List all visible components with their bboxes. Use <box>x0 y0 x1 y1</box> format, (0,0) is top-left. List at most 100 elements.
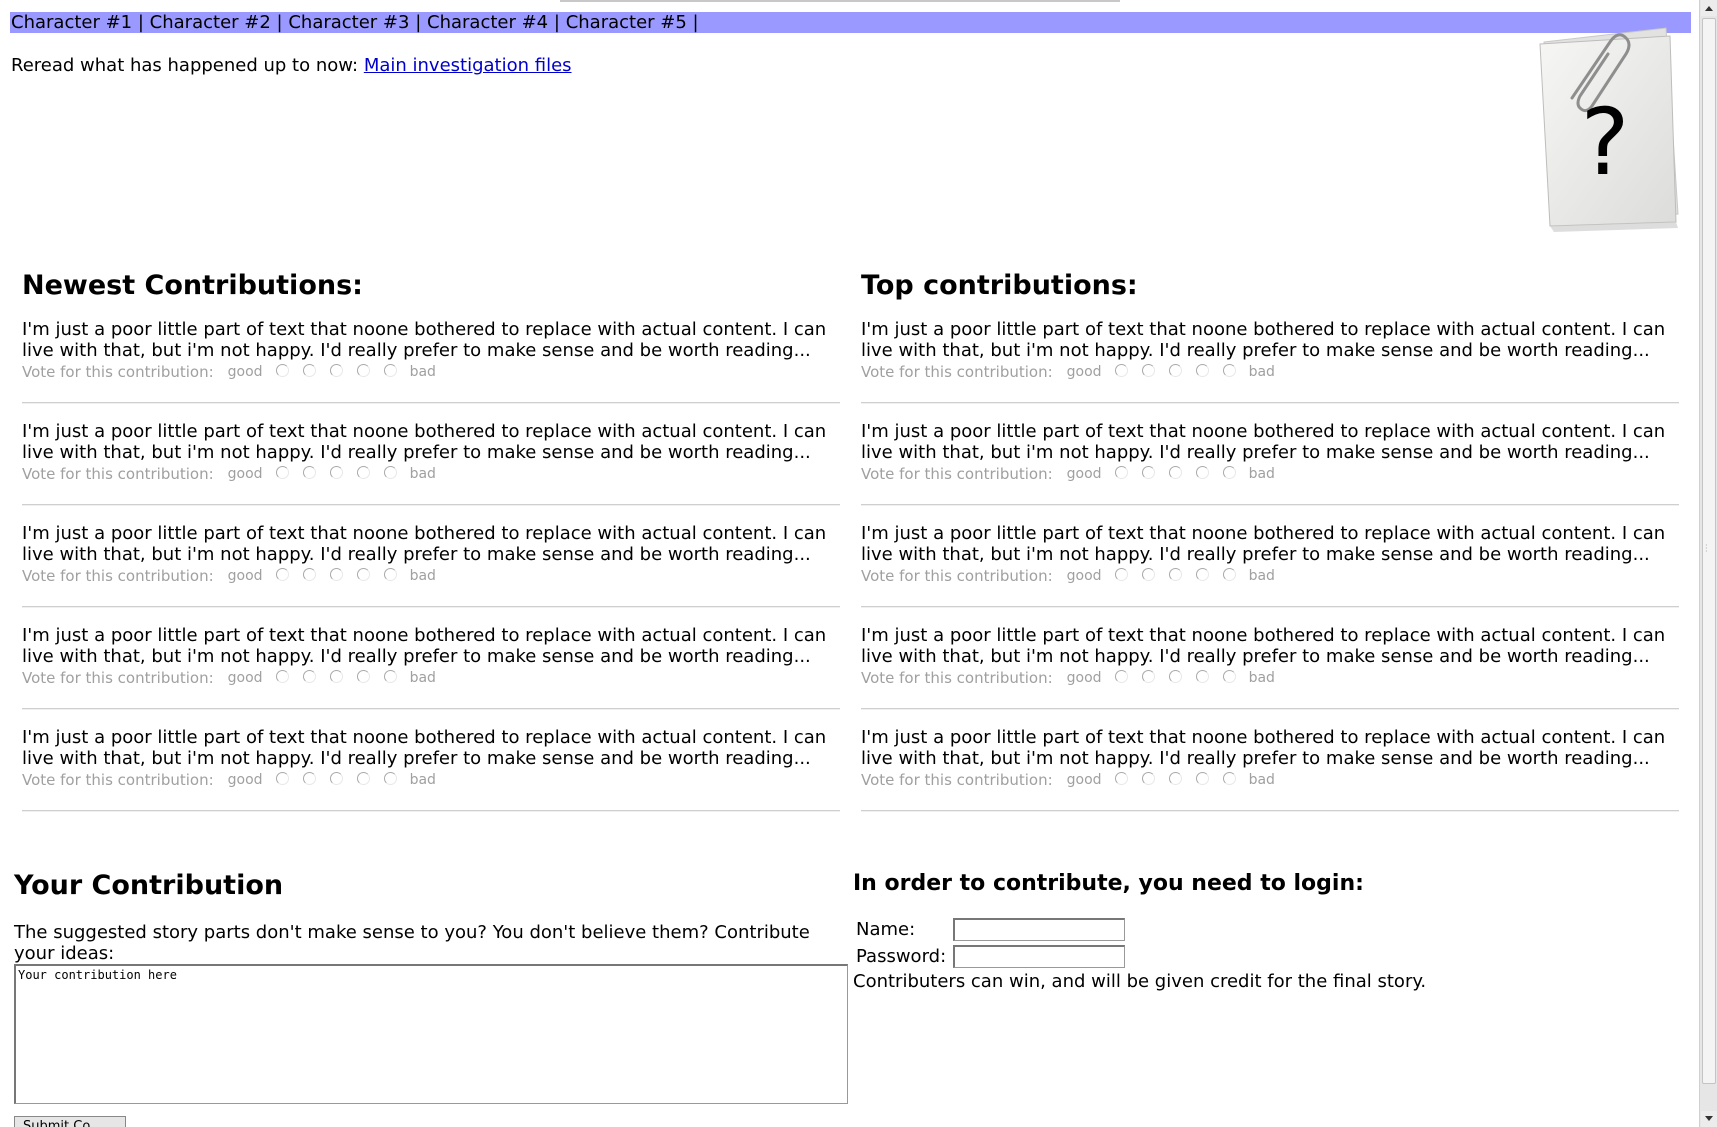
nav-character-3[interactable]: Character #3 <box>288 12 409 33</box>
vote-row: Vote for this contribution: good bad <box>861 565 1679 587</box>
vote-radio-3[interactable] <box>1168 363 1182 377</box>
vote-radio-5[interactable] <box>1222 363 1236 377</box>
contribution-text: I'm just a poor little part of text that… <box>861 421 1666 463</box>
contribution-text: I'm just a poor little part of text that… <box>861 625 1666 667</box>
vote-radio-3[interactable] <box>1168 567 1182 581</box>
vote-good-label: good <box>1066 466 1102 482</box>
vote-radio-4[interactable] <box>1195 669 1209 683</box>
vote-radio-5[interactable] <box>1222 567 1236 581</box>
scroll-grip-icon: · · · <box>1705 541 1708 556</box>
divider <box>22 402 840 404</box>
vote-radio-1[interactable] <box>275 363 289 377</box>
vote-radio-2[interactable] <box>302 771 316 785</box>
vote-radio-2[interactable] <box>302 363 316 377</box>
vote-bad-label: bad <box>409 670 436 686</box>
vote-radio-3[interactable] <box>329 771 343 785</box>
vote-radio-2[interactable] <box>302 669 316 683</box>
vote-label: Vote for this contribution: <box>22 567 214 585</box>
vote-label: Vote for this contribution: <box>861 363 1053 381</box>
nav-separator: | <box>137 12 144 33</box>
vote-radio-3[interactable] <box>329 567 343 581</box>
vote-radio-2[interactable] <box>1141 567 1155 581</box>
vote-radio-2[interactable] <box>1141 465 1155 479</box>
vote-radio-4[interactable] <box>1195 363 1209 377</box>
vote-radio-1[interactable] <box>275 465 289 479</box>
vote-radio-5[interactable] <box>1222 669 1236 683</box>
login-section: In order to contribute, you need to logi… <box>853 870 1553 993</box>
vote-row: Vote for this contribution: good bad <box>22 565 840 587</box>
contribution-textarea[interactable] <box>14 964 848 1104</box>
vote-radio-1[interactable] <box>1114 771 1128 785</box>
vote-radio-1[interactable] <box>1114 669 1128 683</box>
vote-radio-4[interactable] <box>1195 465 1209 479</box>
vote-radio-4[interactable] <box>1195 567 1209 581</box>
scroll-down-arrow-icon[interactable] <box>1701 1111 1717 1127</box>
vote-radio-1[interactable] <box>1114 465 1128 479</box>
vote-radio-5[interactable] <box>383 669 397 683</box>
scroll-up-arrow-icon[interactable] <box>1701 0 1717 16</box>
vote-radio-1[interactable] <box>275 669 289 683</box>
vote-radio-5[interactable] <box>383 567 397 581</box>
vote-bad-label: bad <box>409 364 436 380</box>
character-nav-bar: Character #1 | Character #2 | Character … <box>10 12 1691 33</box>
vertical-scrollbar[interactable]: · · · <box>1699 0 1717 1127</box>
nav-character-1[interactable]: Character #1 <box>11 12 132 33</box>
vote-radio-2[interactable] <box>302 567 316 581</box>
vote-radio-5[interactable] <box>383 363 397 377</box>
vote-radio-4[interactable] <box>1195 771 1209 785</box>
vote-label: Vote for this contribution: <box>22 771 214 789</box>
contribution-text: I'm just a poor little part of text that… <box>861 727 1666 769</box>
vote-radio-1[interactable] <box>275 567 289 581</box>
nav-separator: | <box>276 12 283 33</box>
divider <box>22 606 840 608</box>
vote-radio-3[interactable] <box>329 465 343 479</box>
contribution-text: I'm just a poor little part of text that… <box>861 523 1666 565</box>
vote-radio-5[interactable] <box>383 465 397 479</box>
question-mark-glyph: ? <box>1581 89 1630 196</box>
vote-radio-1[interactable] <box>1114 567 1128 581</box>
vote-radio-2[interactable] <box>1141 363 1155 377</box>
vote-good-label: good <box>1066 772 1102 788</box>
nav-character-2[interactable]: Character #2 <box>150 12 271 33</box>
nav-character-5[interactable]: Character #5 <box>566 12 687 33</box>
vote-radio-1[interactable] <box>275 771 289 785</box>
password-label: Password: <box>856 946 947 967</box>
vote-label: Vote for this contribution: <box>22 363 214 381</box>
nav-character-4[interactable]: Character #4 <box>427 12 548 33</box>
password-field[interactable] <box>953 945 1125 968</box>
vote-radio-3[interactable] <box>329 669 343 683</box>
vote-radio-3[interactable] <box>1168 771 1182 785</box>
vote-radio-3[interactable] <box>329 363 343 377</box>
main-investigation-link[interactable]: Main investigation files <box>364 55 572 76</box>
divider <box>861 810 1679 812</box>
vote-row: Vote for this contribution: good bad <box>22 769 840 791</box>
list-item: I'm just a poor little part of text that… <box>861 315 1679 417</box>
vote-radio-5[interactable] <box>383 771 397 785</box>
vote-row: Vote for this contribution: good bad <box>22 361 840 383</box>
list-item: I'm just a poor little part of text that… <box>22 519 840 621</box>
vote-radio-4[interactable] <box>356 567 370 581</box>
vote-radio-4[interactable] <box>356 669 370 683</box>
submit-contribution-button[interactable]: Submit Co... <box>14 1116 126 1127</box>
vote-radio-4[interactable] <box>356 465 370 479</box>
vote-label: Vote for this contribution: <box>22 669 214 687</box>
vote-radio-2[interactable] <box>1141 669 1155 683</box>
vote-radio-2[interactable] <box>1141 771 1155 785</box>
vote-row: Vote for this contribution: good bad <box>861 463 1679 485</box>
vote-radio-3[interactable] <box>1168 669 1182 683</box>
login-title: In order to contribute, you need to logi… <box>853 871 1364 896</box>
login-note: Contributers can win, and will be given … <box>853 971 1427 992</box>
vote-radio-2[interactable] <box>302 465 316 479</box>
vote-radio-3[interactable] <box>1168 465 1182 479</box>
list-item: I'm just a poor little part of text that… <box>22 417 840 519</box>
list-item: I'm just a poor little part of text that… <box>22 723 840 825</box>
vote-radio-1[interactable] <box>1114 363 1128 377</box>
list-item: I'm just a poor little part of text that… <box>22 315 840 417</box>
vote-radio-5[interactable] <box>1222 465 1236 479</box>
name-field[interactable] <box>953 918 1125 941</box>
vote-radio-4[interactable] <box>356 363 370 377</box>
vote-label: Vote for this contribution: <box>861 465 1053 483</box>
vote-bad-label: bad <box>1248 568 1275 584</box>
vote-radio-5[interactable] <box>1222 771 1236 785</box>
vote-radio-4[interactable] <box>356 771 370 785</box>
